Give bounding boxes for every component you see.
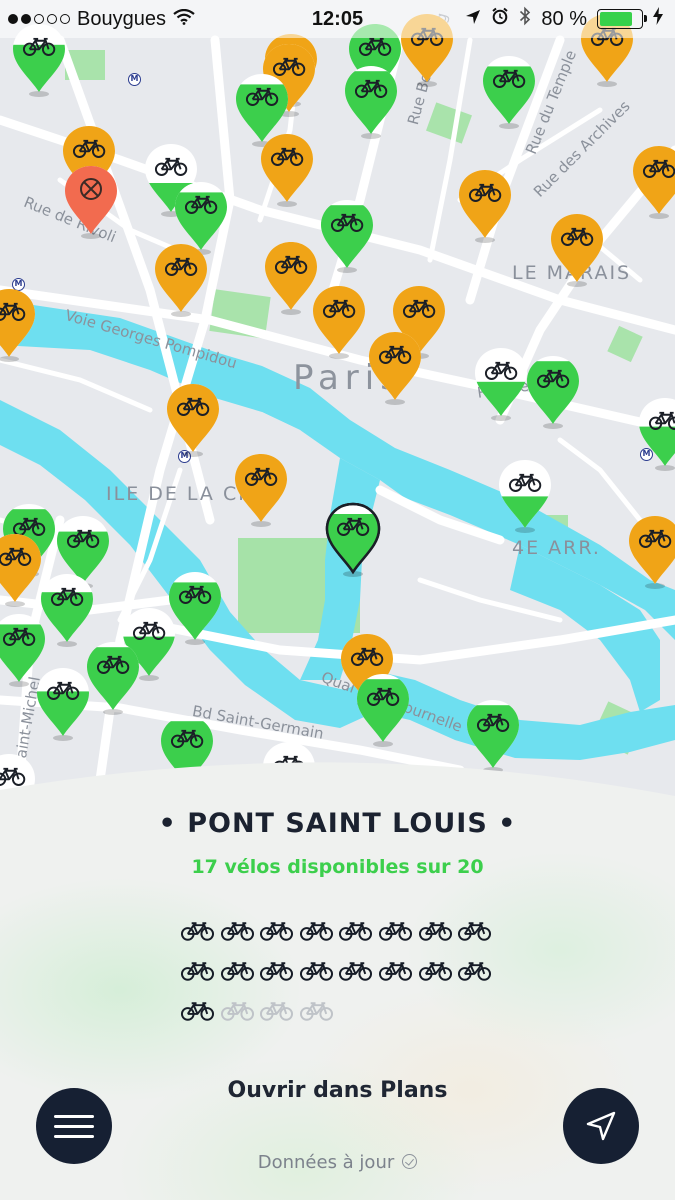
data-status-label: Données à jour: [257, 1152, 395, 1173]
bike-station-pin[interactable]: [342, 62, 400, 140]
signal-strength-icon: [8, 14, 70, 24]
status-bar: Bouygues 12:05 80 %: [0, 0, 675, 38]
station-name: • PONT SAINT LOUIS •: [158, 808, 517, 839]
closed-station-pin[interactable]: [62, 162, 120, 240]
bike-unavailable-icon: [259, 1000, 299, 1026]
bike-available-icon: [180, 960, 220, 986]
map-view[interactable]: LE MARAIS ILE DE LA CITÉ 4E ARR. Paris R…: [0, 0, 675, 820]
bike-available-icon: [378, 960, 418, 986]
bike-available-icon: [457, 920, 497, 946]
bike-available-icon: [299, 960, 339, 986]
bike-available-icon: [378, 920, 418, 946]
bike-available-icon: [220, 920, 260, 946]
bike-available-icon: [338, 960, 378, 986]
bike-available-icon: [180, 1000, 220, 1026]
station-detail-sheet: • PONT SAINT LOUIS • 17 vélos disponible…: [0, 760, 675, 1200]
bike-station-pin[interactable]: [354, 670, 412, 748]
signal-dot: [47, 14, 57, 24]
bike-station-pin[interactable]: [84, 638, 142, 716]
signal-dot: [8, 14, 18, 24]
bike-station-pin[interactable]: [524, 352, 582, 430]
bike-available-icon: [259, 960, 299, 986]
bike-station-pin[interactable]: [496, 456, 554, 534]
bike-station-pin[interactable]: [318, 196, 376, 274]
locate-me-button[interactable]: [563, 1088, 639, 1164]
metro-station-icon: M: [128, 73, 141, 86]
bike-unavailable-icon: [299, 1000, 339, 1026]
check-circle-icon: [402, 1153, 418, 1169]
battery-percent: 80 %: [541, 7, 587, 30]
bike-unavailable-icon: [220, 1000, 260, 1026]
bike-available-icon: [338, 920, 378, 946]
bike-station-pin[interactable]: [0, 285, 38, 363]
bike-station-pin[interactable]: [164, 380, 222, 458]
signal-dot: [21, 14, 31, 24]
bike-available-icon: [180, 920, 220, 946]
bike-station-pin[interactable]: [152, 240, 210, 318]
bike-station-pin[interactable]: [366, 328, 424, 406]
bike-station-pin[interactable]: [232, 450, 290, 528]
bike-available-icon: [457, 960, 497, 986]
bike-availability-grid: [180, 920, 500, 1026]
bike-available-icon: [259, 920, 299, 946]
bike-station-pin[interactable]: [636, 394, 675, 472]
menu-button[interactable]: [36, 1088, 112, 1164]
wifi-icon: [173, 8, 195, 31]
bike-station-pin[interactable]: [258, 130, 316, 208]
bike-station-pin[interactable]: [456, 166, 514, 244]
bluetooth-icon: [519, 6, 531, 32]
data-status: Données à jour: [0, 1152, 675, 1173]
signal-dot: [60, 14, 70, 24]
battery-icon: [597, 9, 647, 29]
bike-station-pin[interactable]: [310, 282, 368, 360]
alarm-icon: [491, 7, 509, 31]
charging-icon: [653, 7, 663, 31]
bike-availability: 17 vélos disponibles sur 20: [191, 856, 484, 878]
map-label-4e-arr: 4E ARR.: [512, 537, 601, 559]
bike-station-pin[interactable]: [480, 52, 538, 130]
bike-available-icon: [418, 920, 458, 946]
navigation-arrow-icon: [586, 1111, 616, 1141]
bike-station-pin[interactable]: [472, 344, 530, 422]
selected-station-pin[interactable]: [324, 500, 382, 578]
bike-available-icon: [220, 960, 260, 986]
hamburger-menu-icon: [54, 1108, 94, 1145]
carrier-name: Bouygues: [77, 7, 166, 30]
location-arrow-icon: [465, 8, 481, 31]
bike-station-pin[interactable]: [34, 664, 92, 742]
bike-station-pin[interactable]: [548, 210, 606, 288]
bike-available-icon: [418, 960, 458, 986]
bike-station-pin[interactable]: [630, 142, 675, 220]
signal-dot: [34, 14, 44, 24]
bike-station-pin[interactable]: [626, 512, 675, 590]
bike-available-icon: [299, 920, 339, 946]
